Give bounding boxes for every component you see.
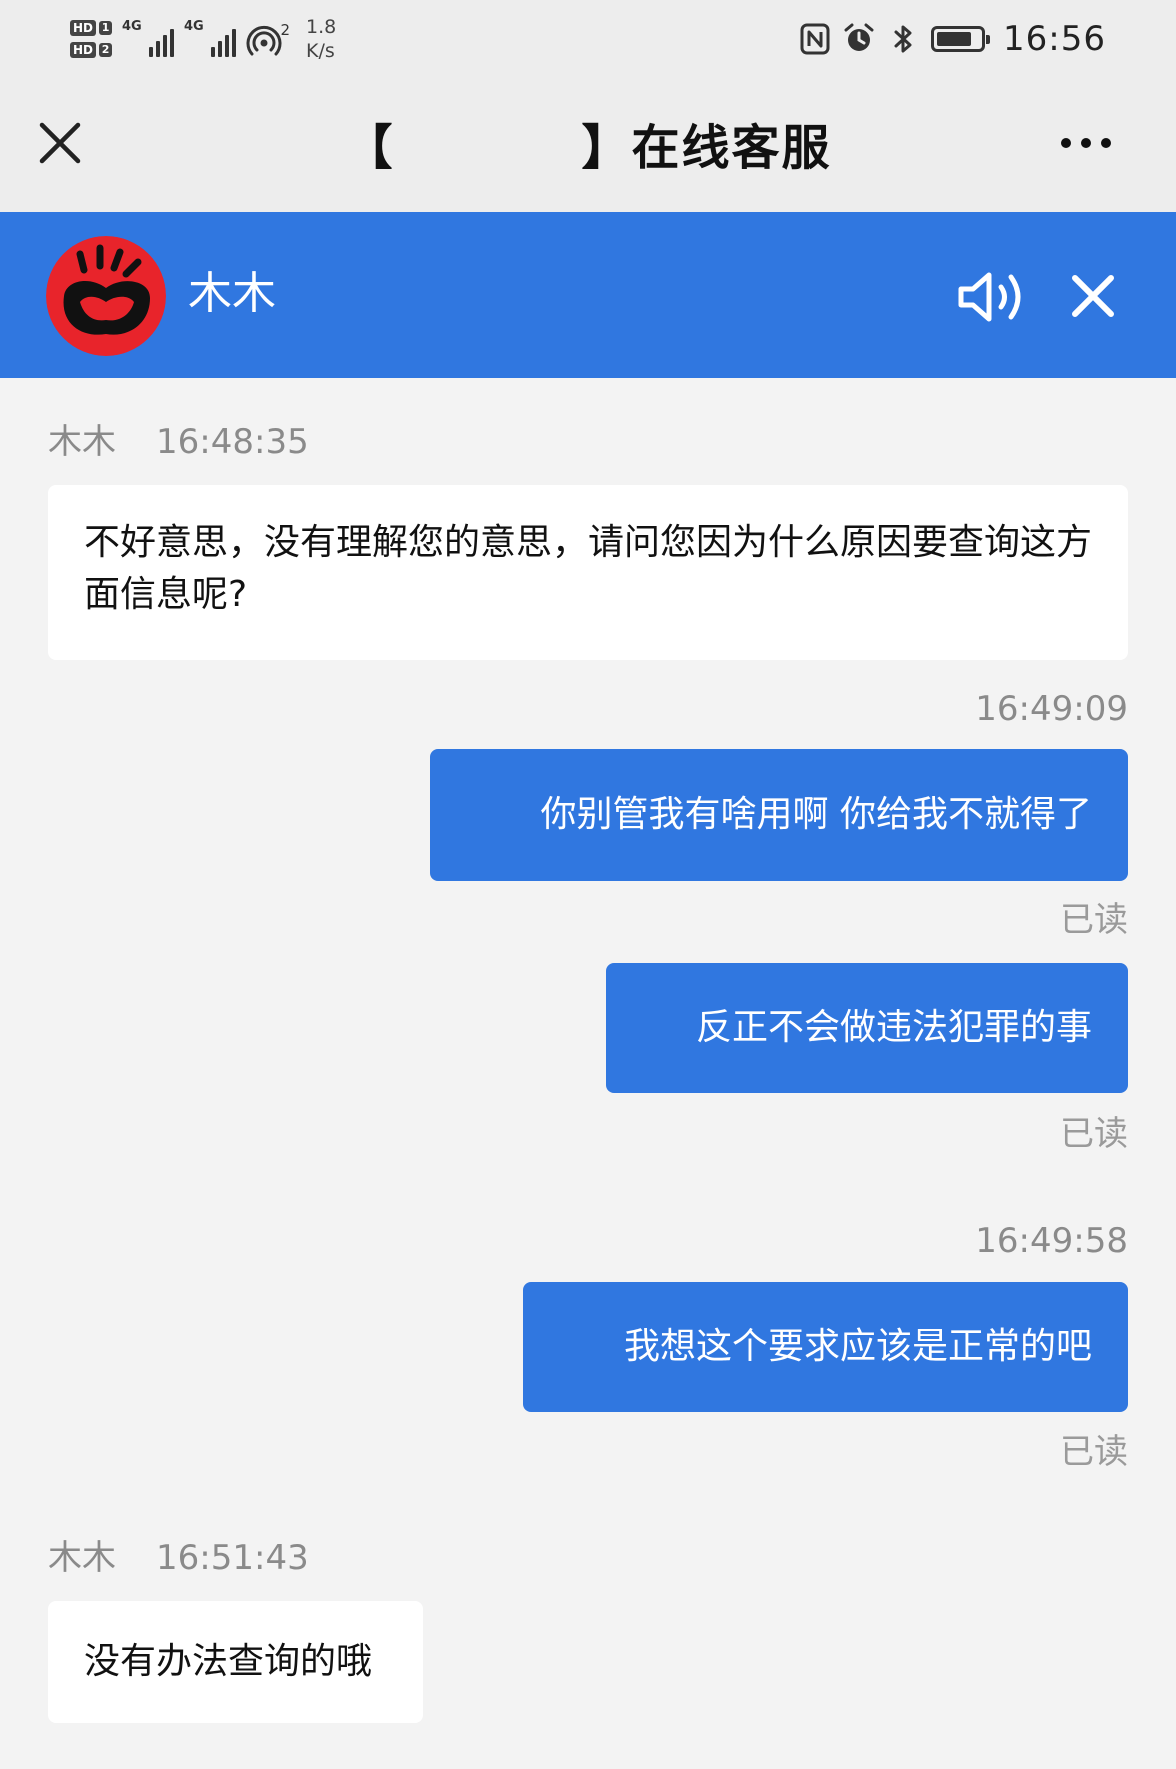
agent-name: 木木 [188,268,276,319]
user-message-bubble: 我想这个要求应该是正常的吧 [523,1282,1128,1412]
title-bar: 【 】在线客服 [0,78,1176,212]
message-text: 不好意思，没有理解您的意思，请问您因为什么原因要查询这方面信息呢? [84,522,1093,615]
network-speed-unit: K/s [306,40,335,62]
signal-bars [149,29,175,57]
message-time: 16:49:09 [975,689,1128,729]
hd-indicator-1: HD 1 [70,20,113,36]
signal-icon: 4G [122,19,175,59]
network-type-label: 4G [122,19,142,34]
message-text: 我想这个要求应该是正常的吧 [623,1326,1092,1367]
signal-icon: 4G [184,19,237,59]
hd-indicator-2: HD 2 [70,42,113,58]
network-speed-value: 1.8 [306,16,337,38]
status-bar: HD 1 HD 2 4G 4G 2 1.8 K/s 16:56 [0,0,1176,78]
message-time: 16:48:35 [156,422,309,462]
sender-name: 木木 [48,1538,116,1578]
network-speed: 1.8 K/s [306,15,336,63]
message-meta: 木木 16:51:43 [48,1538,309,1578]
hd-indicators: HD 1 HD 2 [70,20,113,58]
avatar-image [46,236,166,356]
hotspot-icon: 2 [246,19,290,59]
signal-bars [211,29,237,57]
page-title: 【 】在线客服 [344,120,832,176]
hd-label: HD [70,20,97,36]
message-text: 反正不会做违法犯罪的事 [695,1007,1092,1048]
status-bar-left: HD 1 HD 2 4G 4G 2 1.8 K/s [70,8,336,70]
sim-number: 1 [99,21,113,35]
status-bar-right: 16:56 [799,14,1106,64]
nfc-icon [800,23,830,55]
message-time: 16:51:43 [156,1538,309,1578]
status-time: 16:56 [1003,19,1106,59]
agent-message-bubble: 没有办法查询的哦 [48,1601,423,1723]
hotspot-count: 2 [280,21,291,39]
user-message-bubble: 反正不会做违法犯罪的事 [606,963,1128,1093]
more-icon [1101,138,1111,148]
avatar[interactable] [46,236,166,356]
message-time: 16:49:58 [975,1221,1128,1261]
close-chat-button[interactable] [1065,268,1121,324]
battery-icon [931,26,991,52]
network-type-label: 4G [184,19,204,34]
speaker-icon [958,272,1021,322]
close-icon [1072,275,1114,317]
battery-fill [937,32,972,46]
agent-header: 木木 [0,212,1176,378]
read-status: 已读 [1060,1114,1128,1154]
message-text: 你别管我有啥用啊 你给我不就得了 [540,794,1092,835]
hd-label: HD [70,42,97,58]
alarm-icon [844,23,874,51]
read-status: 已读 [1060,900,1128,940]
more-icon [1081,138,1091,148]
chat-area[interactable]: 木木 16:48:35 不好意思，没有理解您的意思，请问您因为什么原因要查询这方面… [0,378,1176,1769]
message-meta: 木木 16:48:35 [48,422,309,462]
user-message-bubble: 你别管我有啥用啊 你给我不就得了 [430,749,1128,881]
more-icon [1061,138,1071,148]
message-text: 没有办法查询的哦 [84,1641,373,1682]
agent-message-bubble: 不好意思，没有理解您的意思，请问您因为什么原因要查询这方面信息呢? [48,485,1128,660]
sound-toggle-button[interactable] [955,267,1029,327]
read-status: 已读 [1060,1432,1128,1472]
sender-name: 木木 [48,422,116,462]
bluetooth-icon [894,25,912,53]
more-options-button[interactable] [1046,123,1126,163]
sim-number: 2 [99,43,113,57]
